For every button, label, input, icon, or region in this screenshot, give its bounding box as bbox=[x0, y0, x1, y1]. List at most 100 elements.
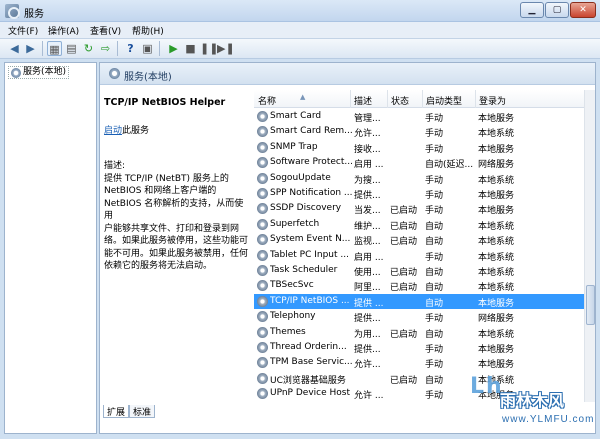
service-name-cell: SSDP Discovery bbox=[270, 203, 342, 214]
service-logon-cell: 本地系统 bbox=[478, 129, 515, 140]
service-desc-cell: 为搜... bbox=[354, 175, 381, 186]
service-desc-cell: 使用... bbox=[354, 268, 381, 278]
scrollbar-thumb[interactable] bbox=[586, 285, 595, 325]
description-line: 能不可用。如果此服务被禁用，任何 bbox=[104, 248, 249, 259]
gear-icon bbox=[11, 68, 21, 78]
show-tree-icon[interactable]: ▦ bbox=[47, 41, 62, 56]
toolbar-separator bbox=[42, 41, 43, 56]
service-status-cell: 已启动 bbox=[390, 283, 418, 294]
service-gear-icon bbox=[257, 357, 268, 369]
sort-arrow-icon: ▲ bbox=[300, 93, 306, 101]
table-row[interactable]: Superfetch 维护... 已启动 自动 本地系统 bbox=[254, 217, 584, 232]
service-logon-cell: 本地系统 bbox=[478, 252, 515, 263]
service-startup-cell: 自动 bbox=[425, 298, 444, 309]
service-logon-cell: 本地系统 bbox=[478, 175, 515, 186]
table-row[interactable]: TCP/IP NetBIOS ... 提供 ... 自动 本地服务 bbox=[254, 293, 584, 310]
column-header-logon[interactable]: 登录为 bbox=[475, 90, 506, 108]
stop-icon[interactable]: ■ bbox=[183, 41, 198, 56]
refresh-icon[interactable]: ↻ bbox=[81, 41, 96, 56]
tab-standard[interactable]: 标准 bbox=[129, 405, 156, 418]
service-startup-cell: 手动 bbox=[425, 191, 444, 201]
column-header-name[interactable]: 名称 ▲ bbox=[258, 93, 305, 107]
watermark-url: www.YLMFU.com bbox=[502, 414, 595, 425]
table-row[interactable]: SPP Notification ... 提供... 手动 本地服务 bbox=[254, 186, 584, 201]
table-row[interactable]: Themes 为用... 已启动 自动 本地系统 bbox=[254, 325, 584, 340]
back-icon[interactable]: ◀ bbox=[7, 41, 22, 56]
service-name-cell: Thread Orderin... bbox=[270, 342, 347, 352]
service-startup-cell: 手动 bbox=[425, 360, 444, 371]
service-logon-cell: 本地服务 bbox=[478, 191, 515, 201]
table-row[interactable]: SogouUpdate 为搜... 手动 本地系统 bbox=[254, 171, 584, 186]
column-header-startup[interactable]: 启动类型 bbox=[422, 90, 462, 108]
restart-icon[interactable]: ▶❚ bbox=[217, 41, 235, 56]
description-line: 络。如果此服务被停用，这些功能可 bbox=[104, 236, 249, 246]
service-name-cell: Smart Card Rem... bbox=[270, 126, 353, 137]
service-name-cell: Software Protect... bbox=[270, 157, 353, 168]
description-line: NetBIOS 和网络上客户端的 bbox=[104, 186, 217, 196]
table-row[interactable]: TPM Base Servic... 允许... 手动 本地服务 bbox=[254, 355, 584, 370]
properties-icon[interactable]: ▤ bbox=[64, 41, 79, 56]
service-startup-cell: 自动 bbox=[425, 268, 444, 278]
minimize-button[interactable]: ▁ bbox=[520, 2, 544, 18]
export-icon[interactable]: ⇨ bbox=[98, 41, 113, 56]
service-name-cell: TBSecSvc bbox=[270, 280, 314, 291]
service-logon-cell: 本地系统 bbox=[478, 283, 515, 294]
service-gear-icon bbox=[257, 157, 268, 169]
service-status-cell: 已启动 bbox=[390, 329, 418, 340]
table-row[interactable]: SNMP Trap 接收... 手动 本地服务 bbox=[254, 140, 584, 155]
service-gear-icon bbox=[257, 388, 268, 400]
maximize-button[interactable]: ▢ bbox=[545, 2, 569, 18]
service-description: 描述: 提供 TCP/IP (NetBT) 服务上的 NetBIOS 和网络上客… bbox=[104, 160, 252, 273]
service-status-cell: 已启动 bbox=[390, 221, 418, 232]
service-name-cell: Tablet PC Input ... bbox=[270, 249, 349, 260]
menu-view[interactable]: 查看(V) bbox=[90, 24, 121, 37]
service-status-cell: 已启动 bbox=[390, 206, 418, 217]
help-icon[interactable]: ? bbox=[123, 41, 138, 56]
menu-file[interactable]: 文件(F) bbox=[8, 24, 38, 37]
watermark-brand: 雨林木风 bbox=[500, 391, 565, 410]
vertical-scrollbar[interactable] bbox=[584, 90, 595, 402]
table-row[interactable]: Tablet PC Input ... 启用 ... 手动 本地系统 bbox=[254, 248, 584, 263]
start-icon[interactable]: ▶ bbox=[166, 41, 181, 56]
service-startup-cell: 自动 bbox=[425, 221, 444, 232]
service-desc-cell: 提供... bbox=[354, 345, 381, 355]
tree-item-services-local[interactable]: 服务(本地) bbox=[8, 66, 70, 79]
service-logon-cell: 本地系统 bbox=[478, 268, 515, 278]
column-header-desc[interactable]: 描述 bbox=[350, 90, 372, 108]
service-desc-cell: 当发... bbox=[354, 206, 381, 217]
table-row[interactable]: TBSecSvc 阿里... 已启动 自动 本地系统 bbox=[254, 278, 584, 293]
menu-action[interactable]: 操作(A) bbox=[48, 24, 79, 37]
start-service-link[interactable]: 启动 bbox=[104, 126, 122, 136]
forward-icon[interactable]: ▶ bbox=[23, 41, 38, 56]
description-line: 描述: bbox=[104, 161, 126, 171]
menu-bar: 文件(F) 操作(A) 查看(V) 帮助(H) bbox=[0, 22, 600, 39]
menu-help[interactable]: 帮助(H) bbox=[132, 24, 164, 37]
table-row[interactable]: System Event N... 监视... 已启动 自动 本地系统 bbox=[254, 232, 584, 247]
service-gear-icon bbox=[257, 172, 268, 184]
pause-icon[interactable]: ❚❚ bbox=[200, 41, 218, 56]
start-service-line: 启动此服务 bbox=[104, 123, 149, 136]
service-logon-cell: 本地服务 bbox=[478, 144, 515, 155]
service-status-cell: 已启动 bbox=[390, 268, 418, 278]
table-row[interactable]: Software Protect... 启用 ... 自动(延迟... 网络服务 bbox=[254, 155, 584, 170]
table-row[interactable]: Smart Card 管理... 手动 本地服务 bbox=[254, 109, 584, 124]
table-row[interactable]: Smart Card Rem... 允许... 手动 本地系统 bbox=[254, 124, 584, 139]
column-header-status[interactable]: 状态 bbox=[387, 90, 409, 108]
table-row[interactable]: Thread Orderin... 提供... 手动 本地服务 bbox=[254, 340, 584, 355]
service-startup-cell: 手动 bbox=[425, 175, 444, 186]
service-gear-icon bbox=[257, 249, 268, 261]
service-startup-cell: 手动 bbox=[425, 206, 444, 217]
service-gear-icon bbox=[257, 188, 268, 199]
console-icon[interactable]: ▣ bbox=[140, 41, 155, 56]
close-button[interactable]: ✕ bbox=[570, 2, 596, 18]
service-gear-icon bbox=[257, 203, 268, 215]
tab-extended[interactable]: 扩展 bbox=[103, 405, 130, 418]
pane-title: 服务(本地) bbox=[124, 72, 172, 83]
service-logon-cell: 本地系统 bbox=[478, 329, 515, 340]
table-row[interactable]: SSDP Discovery 当发... 已启动 手动 本地服务 bbox=[254, 201, 584, 216]
table-row[interactable]: Task Scheduler 使用... 已启动 自动 本地系统 bbox=[254, 263, 584, 278]
service-name-cell: TPM Base Servic... bbox=[270, 357, 353, 368]
table-row[interactable]: Telephony 提供... 手动 网络服务 bbox=[254, 309, 584, 324]
service-status-cell: 已启动 bbox=[390, 237, 418, 248]
description-line: 依赖它的服务将无法启动。 bbox=[104, 261, 213, 271]
